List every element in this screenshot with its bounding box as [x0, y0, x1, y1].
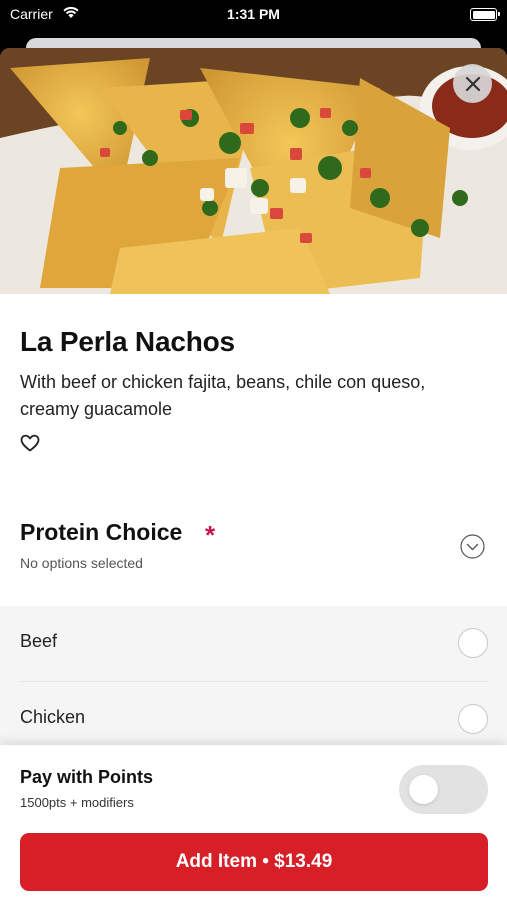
toggle-knob — [409, 775, 438, 804]
radio-button[interactable] — [458, 704, 488, 734]
status-bar: Carrier 1:31 PM — [0, 0, 507, 30]
close-icon — [465, 76, 480, 91]
status-time: 1:31 PM — [227, 6, 280, 22]
close-button[interactable] — [453, 64, 492, 103]
food-photo — [0, 48, 507, 294]
section-title: Protein Choice — [20, 519, 183, 545]
add-item-button[interactable]: Add Item • $13.49 — [20, 833, 488, 891]
pay-with-points-toggle[interactable] — [399, 765, 488, 814]
required-marker: * — [205, 520, 216, 550]
option-beef[interactable]: Beef — [0, 606, 507, 682]
heart-icon[interactable] — [20, 434, 40, 452]
item-description: With beef or chicken fajita, beans, chil… — [20, 372, 426, 419]
battery-icon — [470, 8, 500, 21]
points-title: Pay with Points — [20, 767, 154, 787]
option-label: Beef — [20, 631, 58, 651]
protein-options-list: Beef Chicken — [0, 606, 507, 756]
item-title: La Perla Nachos — [20, 326, 235, 357]
points-subtitle: 1500pts + modifiers — [20, 795, 134, 810]
radio-button[interactable] — [458, 628, 488, 658]
chevron-down-icon[interactable] — [460, 534, 485, 559]
checkout-bar: Pay with Points 1500pts + modifiers Add … — [0, 745, 507, 900]
option-label: Chicken — [20, 707, 86, 727]
section-subtitle: No options selected — [20, 555, 143, 571]
item-detail-sheet: La Perla Nachos With beef or chicken faj… — [0, 48, 507, 900]
